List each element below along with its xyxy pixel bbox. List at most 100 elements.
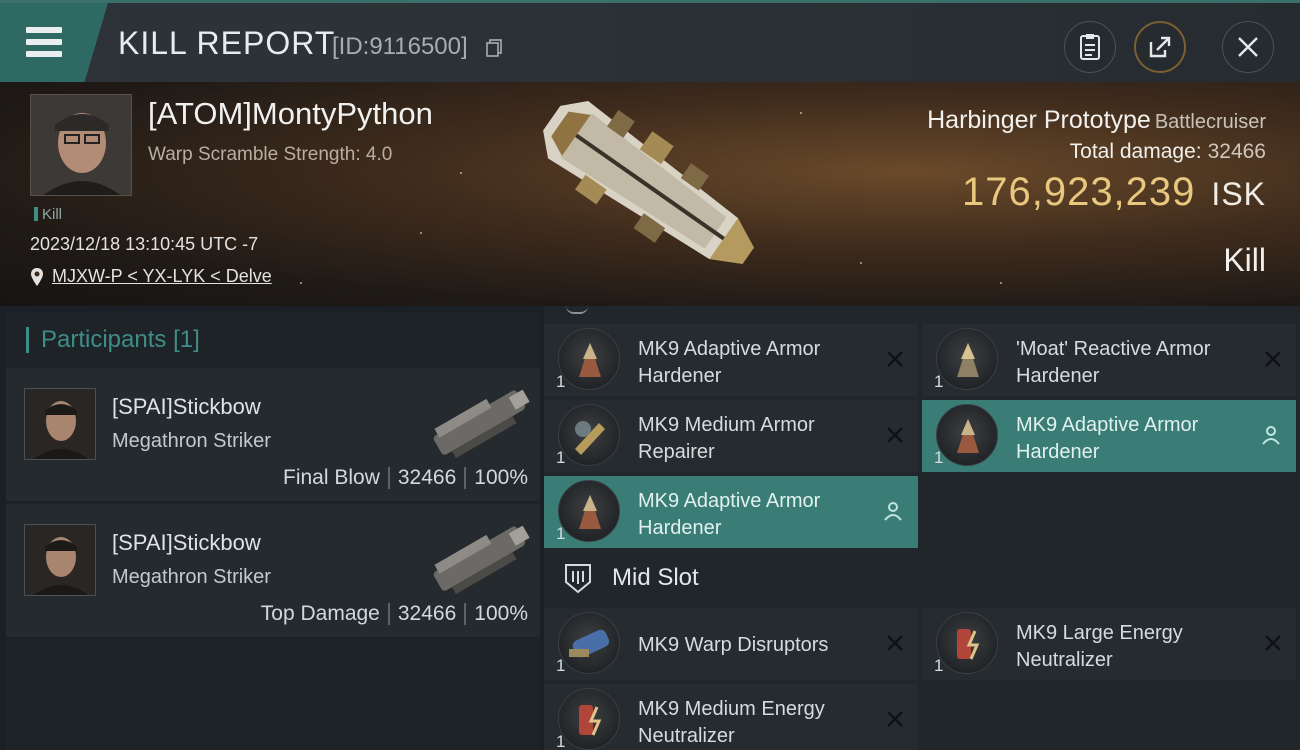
close-button[interactable] [1222,21,1274,73]
module-item[interactable]: 1 'Moat' Reactive Armor Hardener [922,324,1296,396]
close-icon [1238,37,1258,57]
kill-badge: Kill [34,206,62,223]
total-damage-value: 32466 [1207,140,1266,163]
share-button[interactable] [1134,21,1186,73]
location-link[interactable]: MJXW-P < YX-LYK < Delve [52,266,272,287]
destroyed-x-icon [887,427,903,443]
participants-header: Participants [1] [26,326,200,354]
mid-slot-header: Mid Slot [562,562,699,594]
dropped-user-icon [884,502,902,521]
participant-row[interactable]: [SPAI]Stickbow Megathron Striker Top Dam… [6,504,540,638]
module-quantity: 1 [556,448,566,467]
module-item[interactable]: 1 MK9 Adaptive Armor Hardener [544,476,918,548]
participant-percent: 100% [474,602,528,625]
copy-icon[interactable] [486,39,502,57]
weapon-image [433,525,530,595]
armor-hardener-icon [936,404,998,466]
module-name: MK9 Medium Energy Neutralizer [638,698,825,747]
isk-amount: 176,923,239 [961,170,1196,214]
warp-disruptor-icon [558,612,620,674]
destroyed-x-icon [887,711,903,727]
clipboard-button[interactable] [1064,21,1116,73]
module-quantity: 1 [934,372,944,391]
victim-name[interactable]: [ATOM]MontyPython [148,96,433,132]
victim-ship[interactable]: Harbinger Prototype Battlecruiser [927,106,1266,135]
participant-ship: Megathron Striker [112,430,271,452]
participant-role: Top Damage [260,602,380,625]
divider [387,467,390,489]
destroyed-x-icon [1265,351,1281,367]
location-pin-icon [31,267,43,286]
module-quantity: 1 [556,732,566,750]
module-quantity: 1 [556,656,566,675]
isk-unit: ISK [1211,176,1266,212]
total-damage-label: Total damage: [1069,140,1202,163]
participants-panel: Participants [1] [SPAI]Stickbow Megathro… [6,312,540,750]
module-item[interactable]: 1 MK9 Medium Armor Repairer [544,400,918,472]
clipboard-icon [1080,34,1100,60]
victim-banner: [ATOM]MontyPython Warp Scramble Strength… [0,82,1300,306]
armor-hardener-icon [936,328,998,390]
participant-damage: 32466 [397,466,457,489]
divider [464,467,467,489]
participant-avatar [24,388,96,460]
menu-icon [26,27,62,57]
dropped-user-icon [1262,426,1280,445]
total-damage: Total damage: 32466 [1070,140,1266,164]
mid-slot-icon [565,564,591,594]
menu-button[interactable] [0,3,108,83]
weapon-image [433,389,530,459]
ship-class: Battlecruiser [1154,111,1266,133]
module-name: MK9 Warp Disruptors [638,634,829,656]
page-title: KILL REPORT [118,25,336,61]
ship-image [543,100,755,265]
module-item[interactable]: 1 MK9 Adaptive Armor Hardener [922,400,1296,472]
module-name: MK9 Medium Armor Repairer [638,414,815,463]
module-item[interactable]: 1 MK9 Adaptive Armor Hardener [544,324,918,396]
participant-stats: Final Blow 32466 100% [283,466,528,490]
participants-title: Participants [41,326,167,353]
armor-hardener-icon [558,328,620,390]
participant-name: [SPAI]Stickbow [112,530,261,555]
module-item[interactable]: 1 MK9 Medium Energy Neutralizer [544,684,918,750]
result-label: Kill [1223,242,1266,278]
participant-stats: Top Damage 32466 100% [261,602,528,626]
low-slot-icon [566,306,588,314]
armor-repairer-icon [558,404,620,466]
participant-percent: 100% [474,466,528,489]
divider [464,603,467,625]
isk-value: 176,923,239 ISK [962,170,1266,215]
module-quantity: 1 [556,372,566,391]
participant-name: [SPAI]Stickbow [112,394,261,419]
ship-name: Harbinger Prototype [927,106,1151,134]
module-quantity: 1 [934,448,944,467]
armor-hardener-icon [558,480,620,542]
divider [387,603,390,625]
module-name: MK9 Large Energy Neutralizer [1016,622,1183,671]
module-name: 'Moat' Reactive Armor Hardener [1016,338,1211,387]
participant-avatar [24,524,96,596]
participants-count: [1] [173,326,200,353]
kill-datetime: 2023/12/18 13:10:45 UTC -7 [30,234,259,254]
destroyed-x-icon [887,635,903,651]
module-name: MK9 Adaptive Armor Hardener [638,338,821,387]
mid-slot-title: Mid Slot [612,564,699,591]
module-name: MK9 Adaptive Armor Hardener [638,490,821,539]
module-quantity: 1 [556,524,566,543]
destroyed-x-icon [887,351,903,367]
share-icon [1149,36,1171,58]
module-item[interactable]: 1 MK9 Large Energy Neutralizer [922,608,1296,680]
kill-location[interactable]: MJXW-P < YX-LYK < Delve [30,266,272,287]
participant-row[interactable]: [SPAI]Stickbow Megathron Striker Final B… [6,368,540,502]
participant-damage: 32466 [397,602,457,625]
victim-avatar[interactable] [30,94,132,196]
module-item[interactable]: 1 MK9 Warp Disruptors [544,608,918,680]
kill-id: [ID:9116500] [332,33,468,60]
participant-role: Final Blow [283,466,380,489]
fitting-panel: 1 MK9 Adaptive Armor Hardener 1 'Moat' R… [544,306,1300,750]
module-name: MK9 Adaptive Armor Hardener [1016,414,1199,463]
participant-ship: Megathron Striker [112,566,271,588]
destroyed-x-icon [1265,635,1281,651]
energy-neutralizer-icon [558,688,620,750]
module-quantity: 1 [934,656,944,675]
